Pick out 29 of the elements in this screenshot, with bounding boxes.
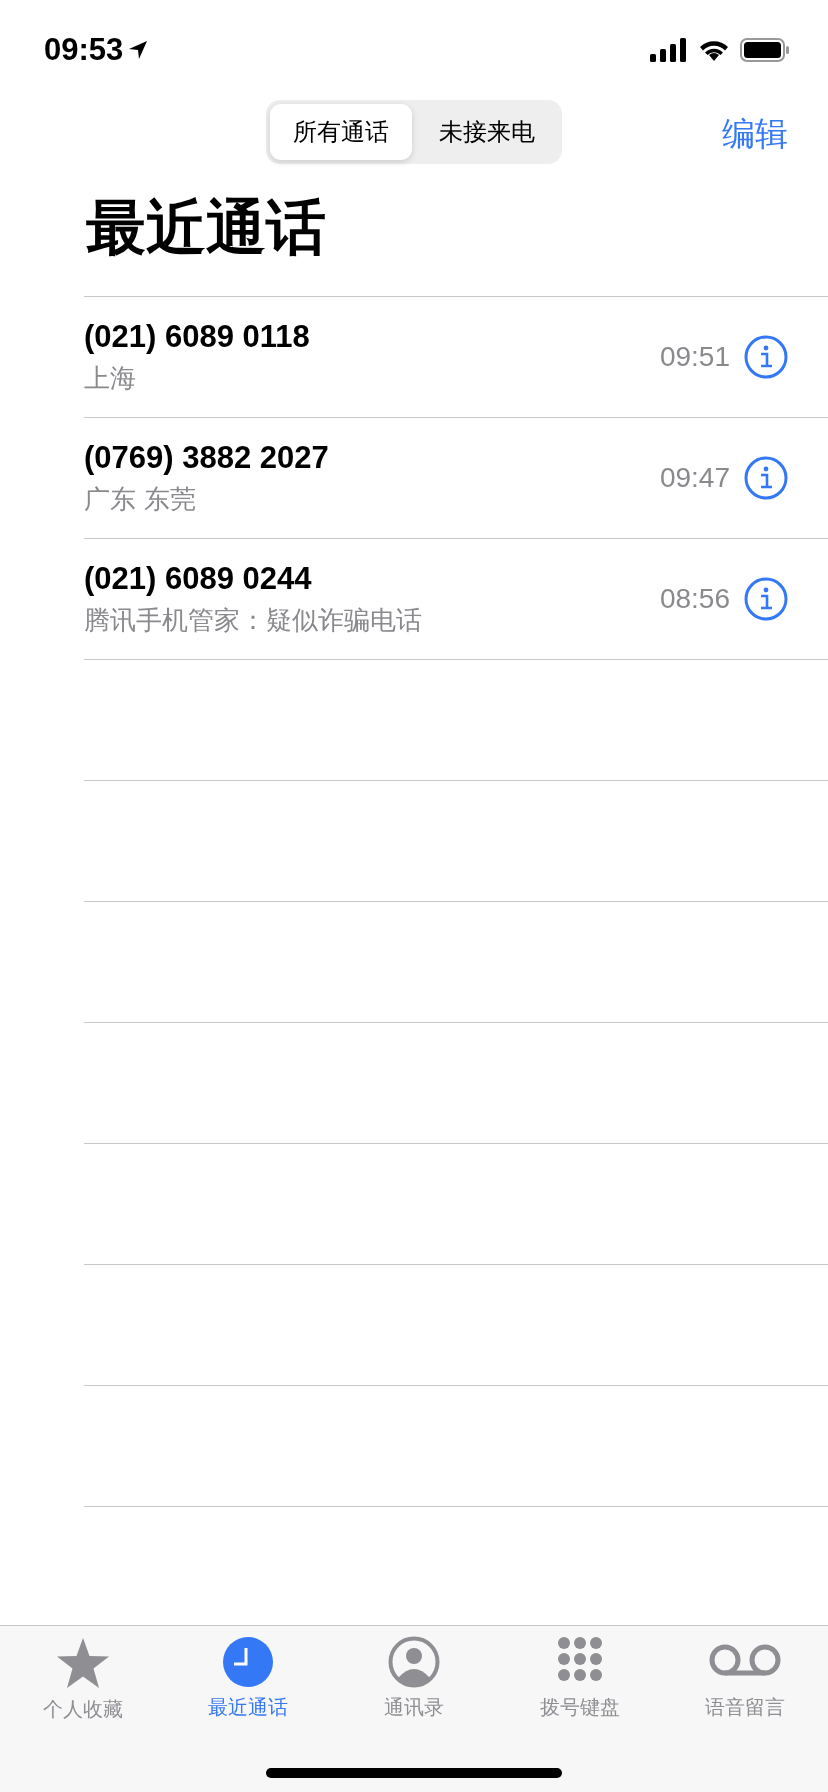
call-time: 09:51 xyxy=(659,341,730,373)
info-icon[interactable] xyxy=(744,456,788,500)
wifi-icon xyxy=(698,38,730,62)
edit-button[interactable]: 编辑 xyxy=(722,112,788,157)
tab-bar-item[interactable]: 拨号键盘 xyxy=(504,1636,655,1792)
call-location: 腾讯手机管家：疑似诈骗电话 xyxy=(84,603,423,637)
info-icon[interactable] xyxy=(744,335,788,379)
signal-icon xyxy=(650,38,688,62)
tab-bar-item[interactable]: 通讯录 xyxy=(339,1636,489,1792)
info-icon[interactable] xyxy=(744,577,788,621)
battery-icon xyxy=(740,38,790,62)
tab-bar-item[interactable]: 个人收藏 xyxy=(7,1636,158,1792)
tab-bar-item[interactable]: 最近通话 xyxy=(173,1636,324,1792)
segment-tab[interactable]: 未接来电 xyxy=(416,104,558,160)
tab-bar-item[interactable]: 语音留言 xyxy=(670,1636,821,1792)
phone-number: (021) 6089 0118 xyxy=(84,318,311,355)
call-time: 08:56 xyxy=(659,583,730,615)
clock-icon xyxy=(222,1636,275,1688)
segment-tab[interactable]: 所有通话 xyxy=(270,104,412,160)
star-icon xyxy=(54,1636,111,1690)
call-time: 09:47 xyxy=(659,462,730,494)
status-time: 09:53 xyxy=(44,32,124,68)
phone-number: (0769) 3882 2027 xyxy=(84,439,330,476)
phone-number: (021) 6089 0244 xyxy=(84,560,313,597)
call-location: 广东 东莞 xyxy=(84,482,198,516)
call-location: 上海 xyxy=(84,361,137,395)
page-title: 最近通话 xyxy=(86,192,327,262)
person-circle-icon xyxy=(388,1636,440,1688)
location-arrow-icon xyxy=(127,39,150,61)
